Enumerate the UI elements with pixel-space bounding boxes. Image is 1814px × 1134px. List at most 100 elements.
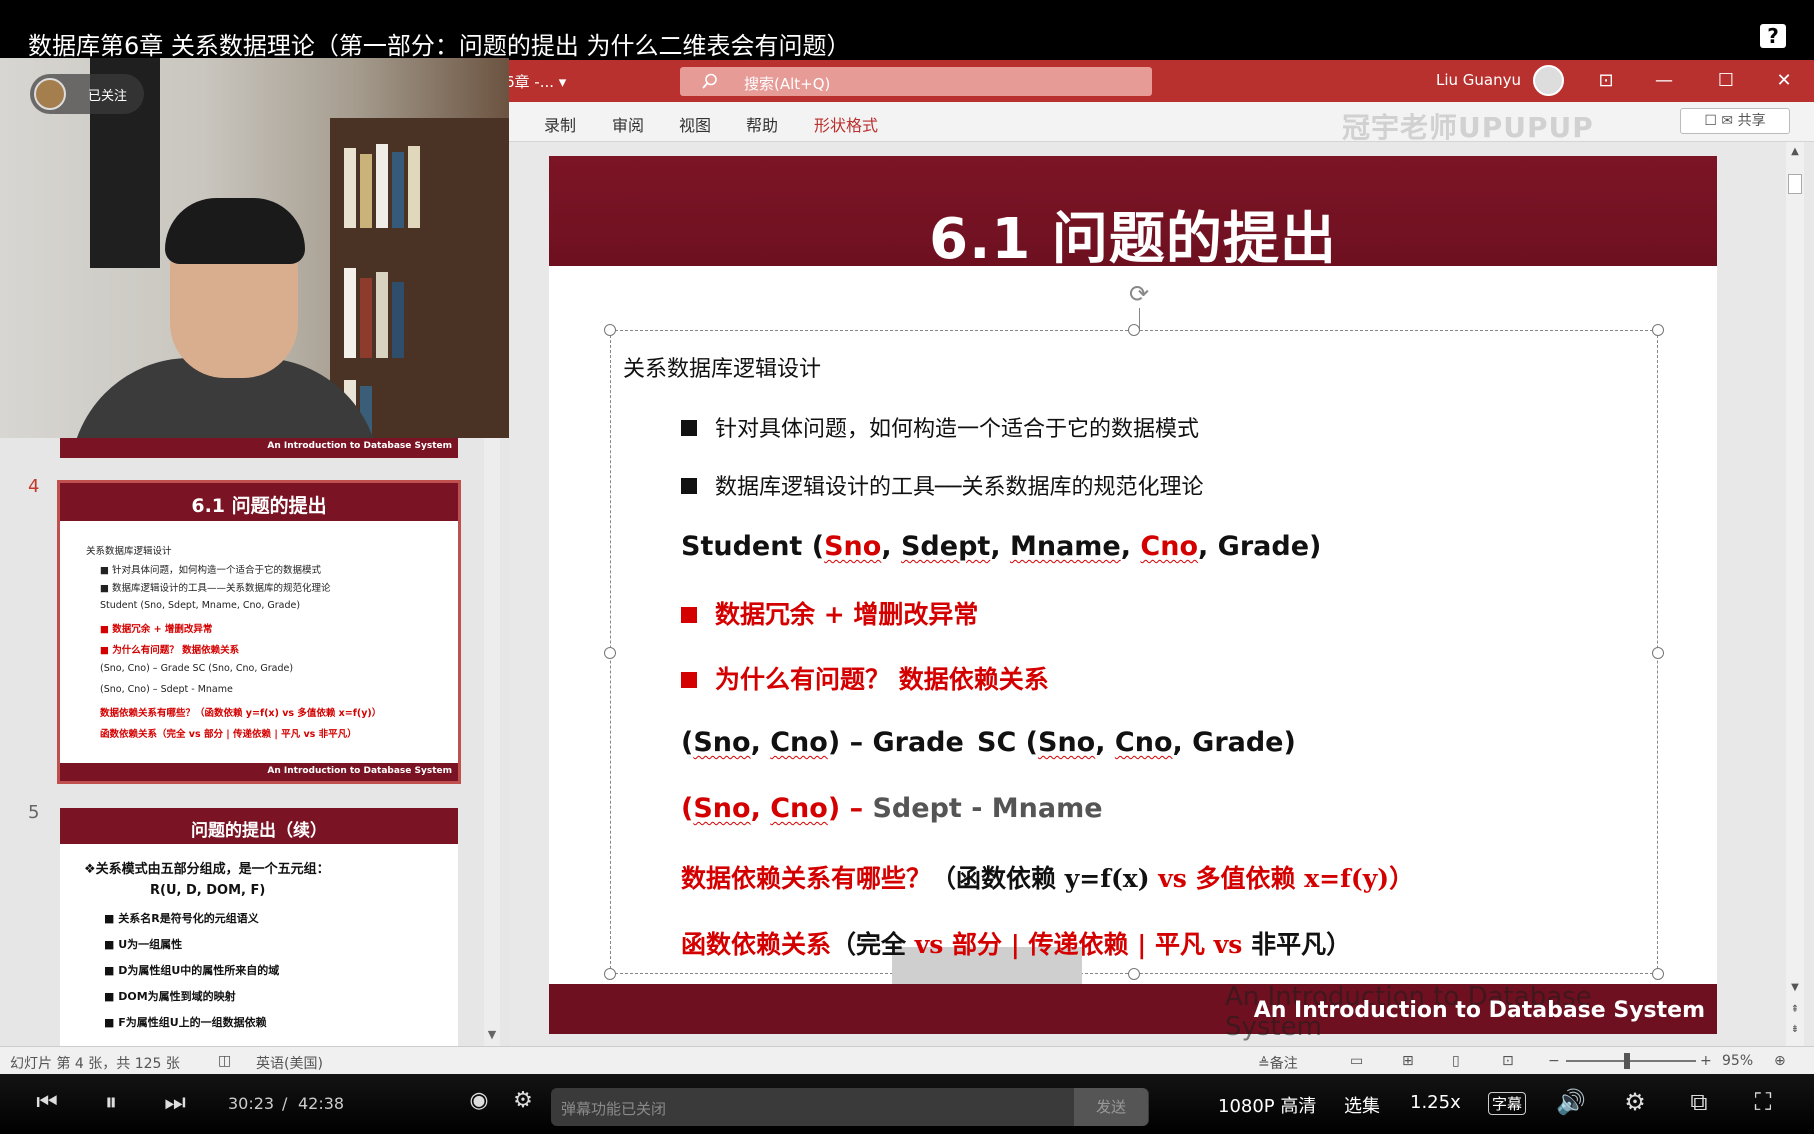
slide-heading[interactable]: 关系数据库逻辑设计: [623, 351, 821, 383]
fd-text: 函数依赖关系: [681, 930, 832, 959]
ribbon-display-icon[interactable]: ⊡: [1586, 66, 1626, 96]
tab-view[interactable]: 视图: [679, 112, 711, 136]
tab-shape-format[interactable]: 形状格式: [814, 112, 878, 136]
zoom-out-button[interactable]: −: [1548, 1053, 1560, 1069]
resize-handle[interactable]: [604, 968, 616, 980]
danmaku-settings-icon[interactable]: ⚙: [508, 1088, 538, 1113]
resize-handle[interactable]: [1652, 968, 1664, 980]
question-text: ）: [1389, 864, 1415, 893]
text-box-selection[interactable]: 关系数据库逻辑设计 针对具体问题，如何构造一个适合于它的数据模式 数据库逻辑设计…: [604, 324, 1664, 1003]
uploader-avatar[interactable]: [34, 78, 66, 110]
picture-in-picture-icon[interactable]: ⧉: [1684, 1088, 1714, 1116]
slide-title[interactable]: 6.1 问题的提出: [549, 194, 1717, 275]
rotate-icon[interactable]: ⟳: [1125, 280, 1153, 308]
scroll-down-icon[interactable]: ▼: [1788, 982, 1802, 993]
scrollbar-thumb[interactable]: [1788, 174, 1802, 194]
slide-sorter-icon[interactable]: ⊞: [1402, 1053, 1414, 1069]
resize-handle[interactable]: [604, 647, 616, 659]
slide-bullet-2[interactable]: 数据库逻辑设计的工具──关系数据库的规范化理论: [681, 469, 1204, 501]
zoom-percent[interactable]: 95%: [1722, 1053, 1753, 1069]
dependency-line-1[interactable]: (Sno, Cno) – Grade: [681, 727, 964, 758]
thumbnail-line: ■ 数据库逻辑设计的工具——关系数据库的规范化理论: [100, 583, 331, 594]
tab-record[interactable]: 录制: [544, 112, 576, 136]
attr-sno: Sno: [824, 531, 882, 562]
bullet-icon: [681, 420, 697, 436]
thumbnail-line: ■ 关系名R是符号化的元组语义: [104, 912, 259, 925]
share-button[interactable]: ☐ ✉ 共享: [1680, 108, 1790, 134]
tab-help[interactable]: 帮助: [746, 112, 778, 136]
zoom-slider-thumb[interactable]: [1624, 1053, 1630, 1069]
schema-text: ,: [990, 531, 1010, 562]
red-bullet-1[interactable]: 数据冗余 + 增删改异常: [681, 595, 978, 631]
fd-text: （完全: [831, 930, 915, 959]
slideshow-icon[interactable]: ⊡: [1502, 1053, 1514, 1069]
student-schema[interactable]: Student (Sno, Sdept, Mname, Cno, Grade): [681, 531, 1321, 562]
user-name[interactable]: Liu Guanyu: [1436, 71, 1521, 89]
slide-bullet-1[interactable]: 针对具体问题，如何构造一个适合于它的数据模式: [681, 411, 1199, 443]
vs-text: vs: [1213, 930, 1243, 959]
fullscreen-icon[interactable]: ⛶: [1748, 1088, 1778, 1116]
resize-handle[interactable]: [1652, 647, 1664, 659]
speed-selector[interactable]: 1.25x: [1410, 1092, 1461, 1113]
follow-label: 已关注: [88, 89, 128, 104]
send-button[interactable]: 发送: [1074, 1088, 1148, 1126]
vs-text: vs: [1149, 864, 1196, 893]
slide-scrollbar[interactable]: ▲ ▼ ⇞ ⇟: [1786, 142, 1804, 1046]
resize-handle[interactable]: [1128, 324, 1140, 336]
reading-view-icon[interactable]: ▯: [1452, 1053, 1460, 1069]
minimize-icon[interactable]: —: [1644, 66, 1684, 96]
previous-icon[interactable]: ⏮: [32, 1088, 62, 1116]
thumbnail-line: ■ DOM为属性到域的映射: [104, 990, 236, 1003]
thumbnail-slide-5[interactable]: 问题的提出（续） ❖关系模式由五部分组成，是一个五元组： R(U, D, DOM…: [60, 808, 458, 1048]
zoom-in-button[interactable]: +: [1700, 1053, 1712, 1069]
pause-icon[interactable]: ⏸: [96, 1088, 126, 1116]
document-name[interactable]: 6章 -... ▾: [505, 71, 566, 92]
search-input[interactable]: 搜索(Alt+Q): [680, 67, 1152, 96]
thumbnail-line: 关系数据库逻辑设计: [86, 546, 172, 557]
bullet-icon: [681, 671, 697, 688]
next-slide-icon[interactable]: ⇟: [1788, 1024, 1802, 1035]
close-icon[interactable]: ✕: [1764, 66, 1804, 96]
settings-icon[interactable]: ⚙: [1620, 1088, 1650, 1116]
thumbnail-line: ■ 为什么有问题？ 数据依赖关系: [100, 645, 240, 656]
resize-handle[interactable]: [1128, 968, 1140, 980]
sc-schema[interactable]: SC (Sno, Cno, Grade): [977, 727, 1296, 758]
dep-text: SC (: [977, 727, 1039, 758]
tab-review[interactable]: 审阅: [612, 112, 644, 136]
episodes-button[interactable]: 选集: [1344, 1092, 1380, 1118]
danmaku-input[interactable]: 弹幕功能已关闭: [551, 1088, 1149, 1126]
thumbnail-line: (Sno, Cno) – Sdept - Mname: [100, 684, 233, 695]
normal-view-icon[interactable]: ▭: [1350, 1053, 1363, 1069]
subtitle-button[interactable]: 字幕: [1488, 1092, 1527, 1115]
follow-badge[interactable]: 已关注: [30, 74, 144, 114]
maximize-icon[interactable]: ☐: [1706, 66, 1746, 96]
quality-selector[interactable]: 1080P 高清: [1218, 1092, 1316, 1118]
total-time: 42:38: [298, 1094, 345, 1113]
dep-text: ) –: [827, 793, 864, 824]
notes-button[interactable]: ≜备注: [1258, 1053, 1298, 1073]
user-avatar[interactable]: [1533, 65, 1564, 96]
fd-line[interactable]: 函数依赖关系（完全 vs 部分 | 传递依赖 | 平凡 vs 非平凡）: [681, 925, 1351, 961]
prev-slide-icon[interactable]: ⇞: [1788, 1004, 1802, 1015]
status-bar: 幻灯片 第 4 张，共 125 张 ◫ 英语(美国) ≜备注 ▭ ⊞ ▯ ⊡ −…: [0, 1046, 1814, 1074]
red-bullet-2[interactable]: 为什么有问题？ 数据依赖关系: [681, 660, 1049, 696]
thumbnail-line: ■ 数据冗余 + 增删改异常: [100, 624, 213, 635]
next-icon[interactable]: ⏭: [160, 1088, 190, 1116]
resize-handle[interactable]: [604, 324, 616, 336]
attr-sdept: Sdept: [900, 531, 991, 562]
volume-icon[interactable]: 🔊: [1556, 1088, 1586, 1116]
language-indicator[interactable]: 英语(美国): [256, 1053, 323, 1073]
help-icon[interactable]: ?: [1760, 24, 1786, 48]
resize-handle[interactable]: [1652, 324, 1664, 336]
dependency-line-2[interactable]: (Sno, Cno) – Sdept - Mname: [681, 793, 1103, 824]
danmaku-toggle-icon[interactable]: ◉: [464, 1088, 494, 1113]
fit-slide-icon[interactable]: ⊕: [1774, 1053, 1786, 1069]
vs-text: vs: [914, 930, 944, 959]
thumbnail-slide-4[interactable]: 6.1 问题的提出 关系数据库逻辑设计 ■ 针对具体问题，如何构造一个适合于它的…: [57, 480, 461, 784]
thumbnail-3-footer[interactable]: An Introduction to Database System: [60, 438, 458, 458]
scroll-up-icon[interactable]: ▲: [1788, 146, 1802, 157]
question-line[interactable]: 数据依赖关系有哪些？（函数依赖 y=f(x) vs 多值依赖 x=f(y)）: [681, 859, 1414, 895]
zoom-slider[interactable]: [1566, 1060, 1696, 1062]
scroll-down-icon[interactable]: ▼: [484, 1028, 500, 1042]
accessibility-icon[interactable]: ◫: [218, 1053, 231, 1069]
